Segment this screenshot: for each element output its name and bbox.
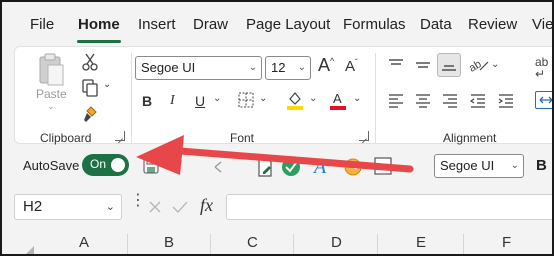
column-header-a[interactable]: A bbox=[79, 234, 89, 251]
cancel-icon[interactable] bbox=[148, 200, 162, 214]
align-center-icon[interactable] bbox=[414, 93, 432, 109]
chevron-down-icon: ⌄ bbox=[248, 62, 257, 73]
tab-file[interactable]: File bbox=[30, 16, 54, 33]
tab-insert[interactable]: Insert bbox=[138, 16, 176, 33]
excel-window: File Home Insert Draw Page Layout Formul… bbox=[0, 0, 554, 256]
ribbon-tabs: File Home Insert Draw Page Layout Formul… bbox=[2, 2, 552, 46]
bold-icon[interactable]: B bbox=[142, 93, 152, 109]
copy-chevron-icon[interactable]: ⌄ bbox=[103, 79, 111, 90]
home-ribbon: Paste ⌄ ⌄ Clipboard Segoe UI ⌄ 12 ⌄ A^ A… bbox=[14, 46, 552, 145]
font-size-dropdown[interactable]: 12 ⌄ bbox=[265, 56, 311, 80]
tab-view[interactable]: View bbox=[532, 16, 552, 33]
column-header-f[interactable]: F bbox=[502, 234, 511, 251]
align-top-icon[interactable] bbox=[387, 57, 405, 73]
qat-font-dropdown[interactable]: Segoe UI ⌄ bbox=[434, 154, 524, 178]
group-divider bbox=[131, 53, 132, 143]
merge-center-icon[interactable] bbox=[535, 91, 552, 109]
autosave-toggle-state: On bbox=[90, 157, 107, 171]
font-group-label: Font bbox=[230, 131, 255, 145]
checkbox-icon[interactable] bbox=[373, 156, 393, 176]
insert-function-button[interactable]: fx bbox=[200, 195, 213, 216]
toggle-knob bbox=[111, 158, 125, 172]
name-box[interactable]: H2 ⌄ bbox=[14, 194, 122, 220]
paste-chevron-icon[interactable]: ⌄ bbox=[47, 101, 55, 112]
underline-chevron-icon[interactable]: ⌄ bbox=[213, 93, 221, 104]
wrap-text-arrow-icon: ↵ bbox=[535, 67, 546, 81]
spell-check-icon[interactable] bbox=[280, 156, 302, 178]
fill-color-icon[interactable] bbox=[285, 89, 305, 111]
autosave-toggle[interactable]: On bbox=[82, 154, 129, 176]
orientation-chevron-icon[interactable]: ⌄ bbox=[491, 59, 499, 70]
alignment-group-label: Alignment bbox=[443, 131, 497, 145]
tab-page-layout[interactable]: Page Layout bbox=[246, 16, 330, 33]
chevron-down-icon: ⌄ bbox=[297, 62, 306, 73]
svg-text:ab: ab bbox=[468, 58, 484, 74]
save-icon[interactable] bbox=[140, 156, 162, 176]
italic-icon[interactable]: I bbox=[170, 93, 175, 109]
format-painter-icon[interactable] bbox=[79, 103, 101, 125]
column-divider[interactable] bbox=[127, 234, 128, 254]
align-left-icon[interactable] bbox=[387, 93, 405, 109]
chevron-down-icon: ⌄ bbox=[105, 201, 115, 213]
active-tab-indicator bbox=[77, 40, 121, 43]
column-divider[interactable] bbox=[210, 234, 211, 254]
borders-chevron-icon[interactable]: ⌄ bbox=[259, 93, 267, 104]
qat-font-name-value: Segoe UI bbox=[440, 158, 495, 173]
qat-bold-button[interactable]: B bbox=[536, 157, 547, 174]
column-divider[interactable] bbox=[377, 234, 378, 254]
column-header-d[interactable]: D bbox=[331, 234, 342, 251]
font-name-value: Segoe UI bbox=[141, 60, 196, 75]
decrease-font-size-icon[interactable]: Aˇ bbox=[345, 58, 358, 75]
autosave-label: AutoSave bbox=[23, 158, 80, 173]
column-header-e[interactable]: E bbox=[416, 234, 426, 251]
fill-color-chevron-icon[interactable]: ⌄ bbox=[309, 93, 317, 104]
column-divider[interactable] bbox=[293, 234, 294, 254]
column-divider[interactable] bbox=[463, 234, 464, 254]
paste-label[interactable]: Paste bbox=[36, 87, 67, 101]
orientation-icon[interactable]: ab bbox=[467, 55, 491, 75]
increase-font-size-icon[interactable]: A^ bbox=[318, 55, 334, 76]
align-bottom-icon[interactable] bbox=[437, 53, 461, 77]
formula-bar: H2 ⌄ ⋮ fx bbox=[2, 188, 552, 226]
paste-icon[interactable] bbox=[35, 51, 67, 89]
clipboard-launcher-icon[interactable] bbox=[115, 131, 125, 141]
quick-access-toolbar: AutoSave On A Segoe UI ⌄ B bbox=[14, 146, 552, 186]
copy-icon[interactable] bbox=[79, 77, 101, 99]
svg-text:A: A bbox=[333, 91, 342, 106]
font-name-dropdown[interactable]: Segoe UI ⌄ bbox=[135, 56, 262, 80]
tab-data[interactable]: Data bbox=[420, 16, 452, 33]
select-all-corner[interactable] bbox=[24, 246, 34, 254]
svg-text:A: A bbox=[312, 156, 327, 177]
clipboard-group-label: Clipboard bbox=[40, 131, 92, 145]
name-box-value: H2 bbox=[23, 198, 43, 215]
decrease-indent-icon[interactable] bbox=[469, 93, 487, 109]
align-right-icon[interactable] bbox=[441, 93, 459, 109]
tab-draw[interactable]: Draw bbox=[193, 16, 228, 33]
column-header-b[interactable]: B bbox=[164, 234, 174, 251]
column-headers: A B C D E F bbox=[2, 228, 552, 254]
tab-home[interactable]: Home bbox=[78, 16, 120, 33]
new-file-icon[interactable] bbox=[254, 156, 276, 178]
borders-icon[interactable] bbox=[237, 91, 255, 109]
tab-review[interactable]: Review bbox=[468, 16, 517, 33]
group-divider bbox=[375, 53, 376, 143]
column-header-c[interactable]: C bbox=[247, 234, 258, 251]
cut-icon[interactable] bbox=[79, 51, 101, 73]
formula-buttons: fx bbox=[140, 194, 224, 220]
enter-check-icon[interactable] bbox=[172, 200, 188, 214]
increase-indent-icon[interactable] bbox=[497, 93, 515, 109]
font-style-a-icon[interactable]: A bbox=[310, 154, 334, 178]
chevron-down-icon: ⌄ bbox=[510, 160, 519, 171]
font-size-value: 12 bbox=[271, 60, 286, 75]
timer-icon[interactable] bbox=[342, 155, 364, 177]
font-color-icon[interactable]: A bbox=[328, 89, 348, 111]
tab-formulas[interactable]: Formulas bbox=[343, 16, 406, 33]
undo-icon[interactable] bbox=[210, 158, 232, 176]
align-middle-icon[interactable] bbox=[414, 57, 432, 73]
font-launcher-icon[interactable] bbox=[359, 131, 369, 141]
formula-input[interactable] bbox=[226, 194, 552, 220]
font-color-chevron-icon[interactable]: ⌄ bbox=[353, 93, 361, 104]
underline-icon[interactable]: U bbox=[195, 93, 205, 109]
